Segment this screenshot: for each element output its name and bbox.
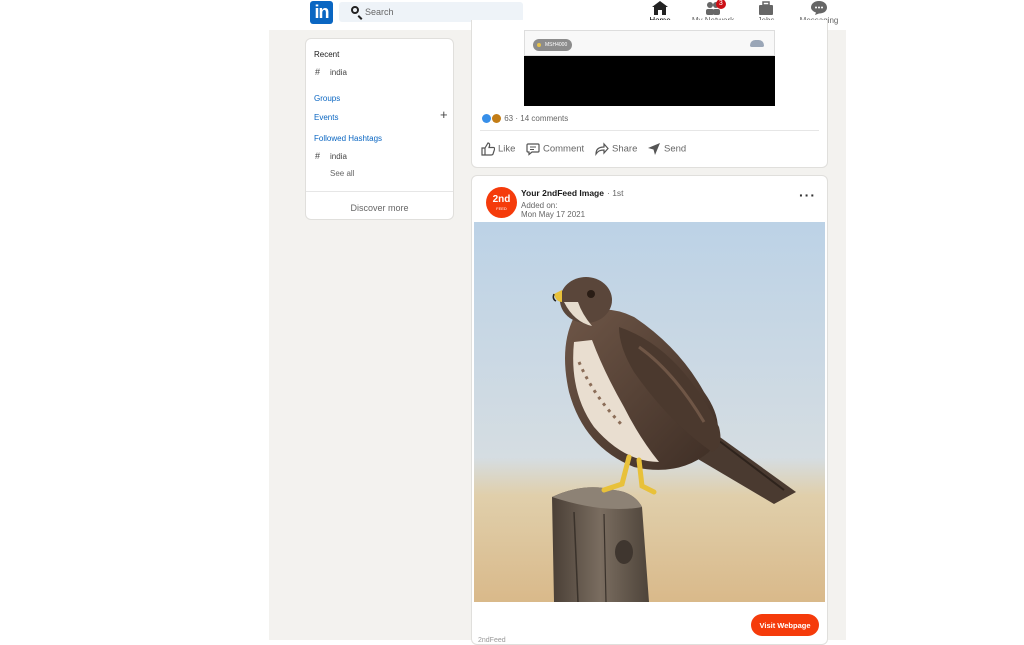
- support-reaction-icon: [492, 114, 501, 124]
- avatar-text: 2nd: [492, 194, 511, 205]
- hawk-image: [474, 222, 825, 602]
- hashtag-icon: #: [315, 151, 321, 161]
- reactions-summary[interactable]: 63 · 14 comments: [482, 114, 568, 124]
- post-footer-text: 2ndFeed: [478, 637, 506, 644]
- recent-item-india[interactable]: india: [330, 68, 347, 77]
- discover-more-button[interactable]: Discover more: [306, 203, 453, 213]
- network-badge: 3: [715, 0, 726, 9]
- author-avatar[interactable]: 2nd FEED: [486, 187, 517, 218]
- cloud-icon: [750, 40, 764, 47]
- search-placeholder: Search: [365, 7, 394, 17]
- send-button[interactable]: Send: [647, 142, 686, 156]
- post-image[interactable]: [474, 222, 825, 602]
- briefcase-icon: [759, 1, 773, 15]
- hashtag-icon: #: [315, 67, 321, 77]
- hashtag-item-india[interactable]: india: [330, 152, 347, 161]
- see-all-link[interactable]: See all: [330, 169, 354, 178]
- connection-degree: · 1st: [607, 188, 624, 198]
- comments-count[interactable]: 14 comments: [520, 114, 568, 123]
- events-link[interactable]: Events: [314, 113, 338, 122]
- search-icon: [351, 6, 359, 14]
- send-icon: [648, 143, 660, 155]
- share-label: Share: [612, 143, 638, 155]
- post-added-label: Added on:: [521, 201, 558, 210]
- sidebar-divider: [306, 191, 453, 192]
- comment-label: Comment: [543, 143, 585, 155]
- left-sidebar-card: Recent # india Groups Events + Followed …: [305, 38, 454, 220]
- send-label: Send: [664, 143, 687, 155]
- like-label: Like: [498, 143, 516, 155]
- linkedin-logo[interactable]: in: [310, 1, 333, 24]
- search-input[interactable]: Search: [339, 2, 523, 22]
- like-reaction-icon: [482, 114, 491, 124]
- groups-link[interactable]: Groups: [314, 94, 340, 103]
- thumbs-up-icon: [481, 142, 496, 156]
- post-video[interactable]: [524, 56, 775, 106]
- post-divider: [480, 130, 819, 131]
- visit-webpage-button[interactable]: Visit Webpage: [751, 614, 819, 636]
- messaging-icon: [811, 1, 827, 15]
- avatar-subtext: FEED: [496, 206, 507, 211]
- post-date: Mon May 17 2021: [521, 210, 586, 219]
- share-button[interactable]: Share: [595, 142, 637, 156]
- like-button[interactable]: Like: [481, 142, 515, 156]
- feed-post-card: MSH4000 63 · 14 comments Like Comment Sh…: [471, 20, 828, 168]
- feed-post-card: 2nd FEED Your 2ndFeed Image · 1st Added …: [471, 175, 828, 645]
- reaction-count: 63: [504, 114, 514, 123]
- post-author-name[interactable]: Your 2ndFeed Image: [521, 188, 604, 198]
- home-icon: [652, 1, 668, 15]
- post-media-header: MSH4000: [524, 30, 775, 56]
- followed-hashtags-link[interactable]: Followed Hashtags: [314, 134, 382, 143]
- media-tag: MSH4000: [533, 39, 573, 51]
- add-event-icon[interactable]: +: [440, 108, 448, 121]
- more-options-icon[interactable]: ···: [799, 188, 816, 202]
- comment-button[interactable]: Comment: [526, 142, 584, 156]
- recent-heading: Recent: [314, 50, 340, 59]
- share-icon: [595, 142, 609, 156]
- comment-icon: [526, 143, 540, 156]
